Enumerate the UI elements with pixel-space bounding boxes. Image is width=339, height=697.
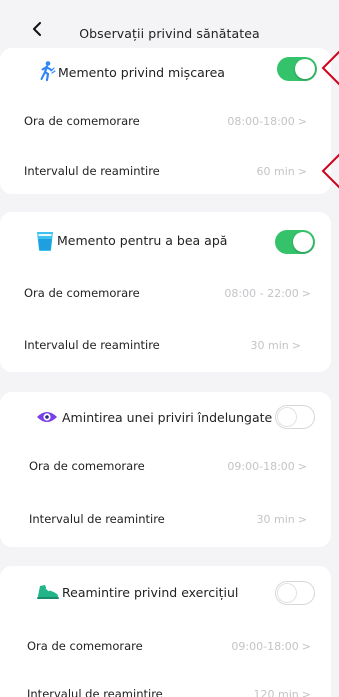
water-reminder-toggle[interactable] bbox=[275, 230, 315, 254]
row-label: Ora de comemorare bbox=[27, 639, 143, 653]
reminder-interval-row[interactable]: Intervalul de reamintire 60 min > bbox=[0, 148, 331, 198]
reminder-time-row[interactable]: Ora de comemorare 08:00 - 22:00 > bbox=[0, 270, 331, 320]
page-title: Observații privind sănătatea bbox=[79, 26, 260, 41]
row-label: Ora de comemorare bbox=[29, 459, 145, 473]
row-label: Intervalul de reamintire bbox=[27, 687, 163, 697]
reminder-time-row[interactable]: Ora de comemorare 09:00-18:00 > bbox=[0, 443, 331, 493]
card-title: Amintirea unei priviri îndelungate bbox=[62, 410, 273, 425]
chevron-right-icon: > bbox=[297, 460, 307, 473]
row-value: 30 min > bbox=[256, 513, 307, 526]
water-cup-icon bbox=[37, 232, 53, 251]
chevron-right-icon: > bbox=[297, 115, 307, 128]
row-label: Ora de comemorare bbox=[24, 286, 140, 300]
card-header: Memento pentru a bea apă bbox=[0, 212, 331, 262]
reminder-interval-row[interactable]: Intervalul de reamintire 30 min > bbox=[0, 496, 331, 546]
card-title: Memento privind mișcarea bbox=[58, 65, 225, 80]
toggle-knob bbox=[295, 59, 315, 79]
toggle-knob bbox=[277, 583, 297, 603]
water-reminder-card: Memento pentru a bea apă Ora de comemora… bbox=[0, 212, 331, 372]
chevron-right-icon: > bbox=[291, 339, 301, 352]
walking-person-icon bbox=[40, 61, 56, 82]
reminder-time-row[interactable]: Ora de comemorare 08:00-18:00 > bbox=[0, 98, 331, 148]
long-gaze-reminder-card: Amintirea unei priviri îndelungate Ora d… bbox=[0, 392, 331, 547]
chevron-right-icon: > bbox=[301, 287, 311, 300]
chevron-right-icon: > bbox=[297, 165, 307, 178]
card-header: Memento privind mișcarea bbox=[0, 48, 331, 98]
running-shoe-icon bbox=[37, 585, 59, 599]
row-value: 60 min > bbox=[256, 165, 307, 178]
reminder-interval-row[interactable]: Intervalul de reamintire 120 min > bbox=[0, 671, 331, 697]
annotation-arrow-icon bbox=[321, 153, 339, 189]
row-value: 09:00-18:00 > bbox=[231, 640, 311, 653]
row-label: Intervalul de reamintire bbox=[24, 164, 160, 178]
row-value: 08:00-18:00 > bbox=[227, 115, 307, 128]
annotation-arrow-icon bbox=[321, 50, 339, 86]
long-gaze-reminder-toggle[interactable] bbox=[275, 405, 315, 429]
row-value: 09:00-18:00 > bbox=[227, 460, 307, 473]
card-header: Amintirea unei priviri îndelungate bbox=[0, 392, 331, 442]
row-label: Ora de comemorare bbox=[24, 114, 140, 128]
exercise-reminder-card: Reamintire privind exercițiul Ora de com… bbox=[0, 566, 331, 697]
movement-reminder-toggle[interactable] bbox=[277, 57, 317, 81]
row-label: Intervalul de reamintire bbox=[24, 338, 160, 352]
exercise-reminder-toggle[interactable] bbox=[275, 581, 315, 605]
card-title: Reamintire privind exercițiul bbox=[62, 585, 239, 600]
eye-icon bbox=[37, 412, 57, 422]
row-value: 08:00 - 22:00 > bbox=[224, 287, 311, 300]
card-title: Memento pentru a bea apă bbox=[57, 233, 228, 248]
chevron-right-icon: > bbox=[301, 640, 311, 653]
toggle-knob bbox=[293, 232, 313, 252]
chevron-right-icon: > bbox=[301, 688, 311, 697]
header-bar: Observații privind sănătatea bbox=[0, 0, 339, 48]
movement-reminder-card: Memento privind mișcarea Ora de comemora… bbox=[0, 48, 331, 194]
toggle-knob bbox=[277, 407, 297, 427]
row-value: 120 min > bbox=[254, 688, 311, 697]
reminder-time-row[interactable]: Ora de comemorare 09:00-18:00 > bbox=[0, 623, 331, 673]
card-header: Reamintire privind exercițiul bbox=[0, 566, 331, 616]
row-value: 30 min > bbox=[250, 339, 301, 352]
reminder-interval-row[interactable]: Intervalul de reamintire 30 min > bbox=[0, 322, 331, 372]
chevron-right-icon: > bbox=[297, 513, 307, 526]
row-label: Intervalul de reamintire bbox=[29, 512, 165, 526]
